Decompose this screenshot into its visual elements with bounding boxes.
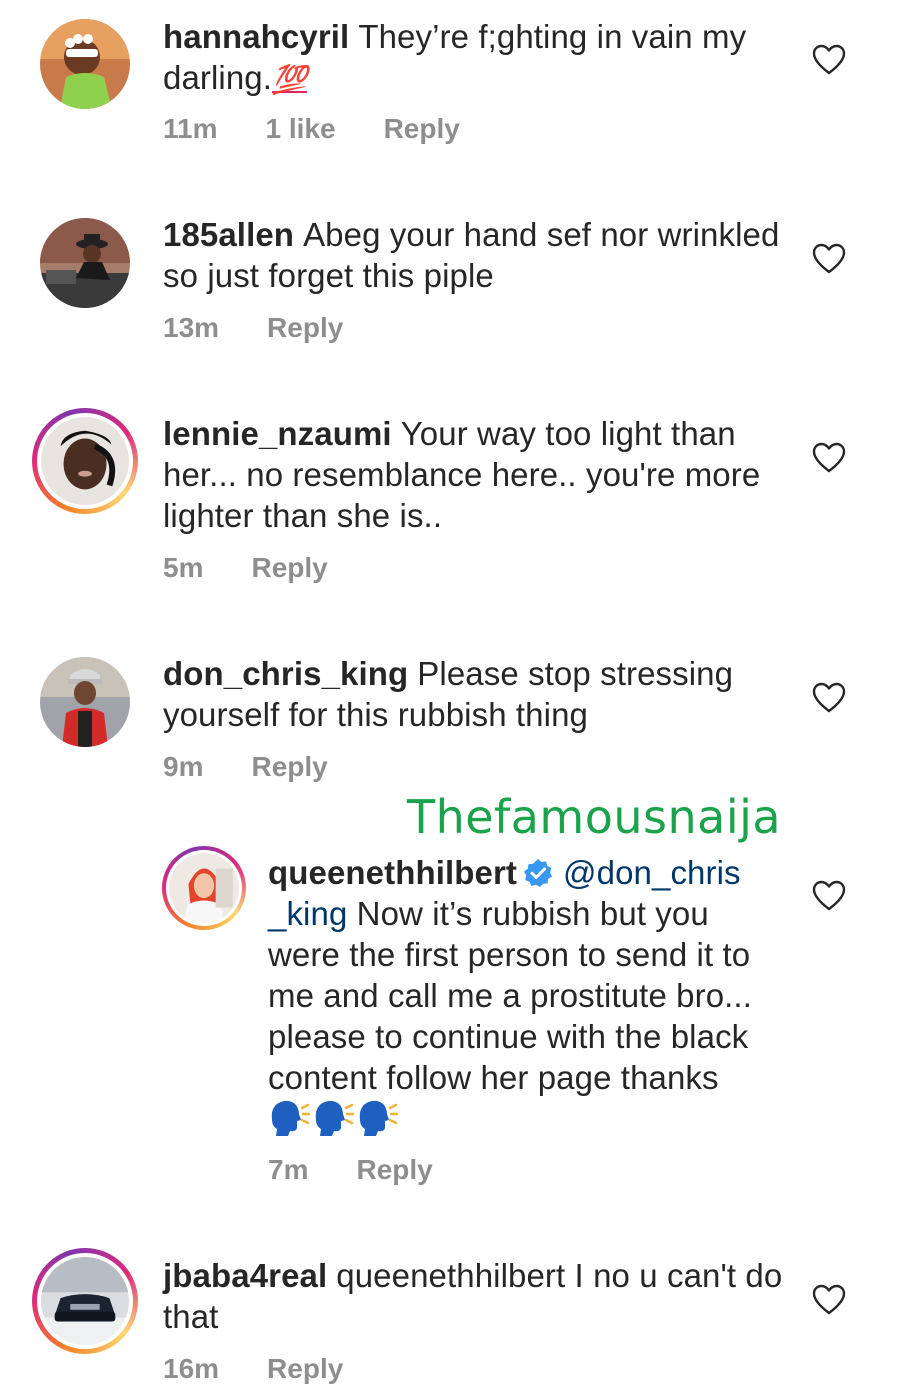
- comment-body: lennie_nzaumi Your way too light than her…: [163, 413, 803, 536]
- comment-meta: 7m Reply: [268, 1154, 481, 1186]
- comment-username[interactable]: jbaba4real: [163, 1257, 327, 1294]
- avatar-don-chris-king[interactable]: [40, 657, 130, 747]
- comment-meta: 16m Reply: [163, 1353, 391, 1385]
- reply-button[interactable]: Reply: [251, 552, 327, 583]
- comment-username[interactable]: queenethhilbert: [268, 854, 517, 891]
- comment-username[interactable]: lennie_nzaumi: [163, 415, 392, 452]
- comment-username[interactable]: hannahcyril: [163, 18, 349, 55]
- comment-time: 13m: [163, 312, 220, 343]
- avatar-185allen[interactable]: [40, 218, 130, 308]
- comment-time: 7m: [268, 1154, 309, 1185]
- comment-meta: 9m Reply: [163, 751, 376, 783]
- comment-meta: 11m 1 like Reply: [163, 113, 508, 145]
- reply-button[interactable]: Reply: [267, 312, 343, 343]
- avatar-jbaba4real[interactable]: [32, 1248, 138, 1354]
- comment-username[interactable]: don_chris_king: [163, 655, 408, 692]
- comment-username[interactable]: 185allen: [163, 216, 294, 253]
- reply-button[interactable]: Reply: [267, 1353, 343, 1384]
- heart-outline-icon[interactable]: [812, 682, 846, 714]
- comment-body: jbaba4real queenethhilbert I no u can't d…: [163, 1255, 803, 1337]
- heart-outline-icon[interactable]: [812, 44, 846, 76]
- comment-meta: 13m Reply: [163, 312, 391, 344]
- comment-time: 5m: [163, 552, 204, 583]
- reply-button[interactable]: Reply: [384, 113, 460, 144]
- avatar-hannahcyril[interactable]: [40, 19, 130, 109]
- hundred-points-emoji: 💯: [272, 64, 308, 95]
- speaking-head-emoji: [312, 1098, 355, 1138]
- comment-time: 11m: [163, 113, 218, 144]
- heart-outline-icon[interactable]: [812, 880, 846, 912]
- reply-button[interactable]: Reply: [356, 1154, 432, 1185]
- watermark: Thefamousnaija: [407, 790, 782, 844]
- comment-body: don_chris_king Please stop stressing your…: [163, 653, 803, 735]
- comment-likes[interactable]: 1 like: [266, 113, 336, 144]
- verified-badge-icon: [523, 856, 553, 887]
- comment-meta: 5m Reply: [163, 552, 376, 584]
- speaking-head-emoji: [268, 1098, 311, 1138]
- avatar-queenethhilbert[interactable]: [162, 846, 246, 930]
- comment-time: 9m: [163, 751, 204, 782]
- comment-body: queenethhilbert @don_chris _king Now it’s…: [268, 852, 788, 1139]
- speaking-head-emoji: [356, 1098, 399, 1138]
- comment-time: 16m: [163, 1353, 220, 1384]
- reply-button[interactable]: Reply: [251, 751, 327, 782]
- heart-outline-icon[interactable]: [812, 442, 846, 474]
- comment-body: 185allen Abeg your hand sef nor wrinkled …: [163, 214, 803, 296]
- avatar-lennie-nzaumi[interactable]: [32, 408, 138, 514]
- heart-outline-icon[interactable]: [812, 1284, 846, 1316]
- comment-body: hannahcyril They’re f;ghting in vain my d…: [163, 16, 803, 100]
- heart-outline-icon[interactable]: [812, 243, 846, 275]
